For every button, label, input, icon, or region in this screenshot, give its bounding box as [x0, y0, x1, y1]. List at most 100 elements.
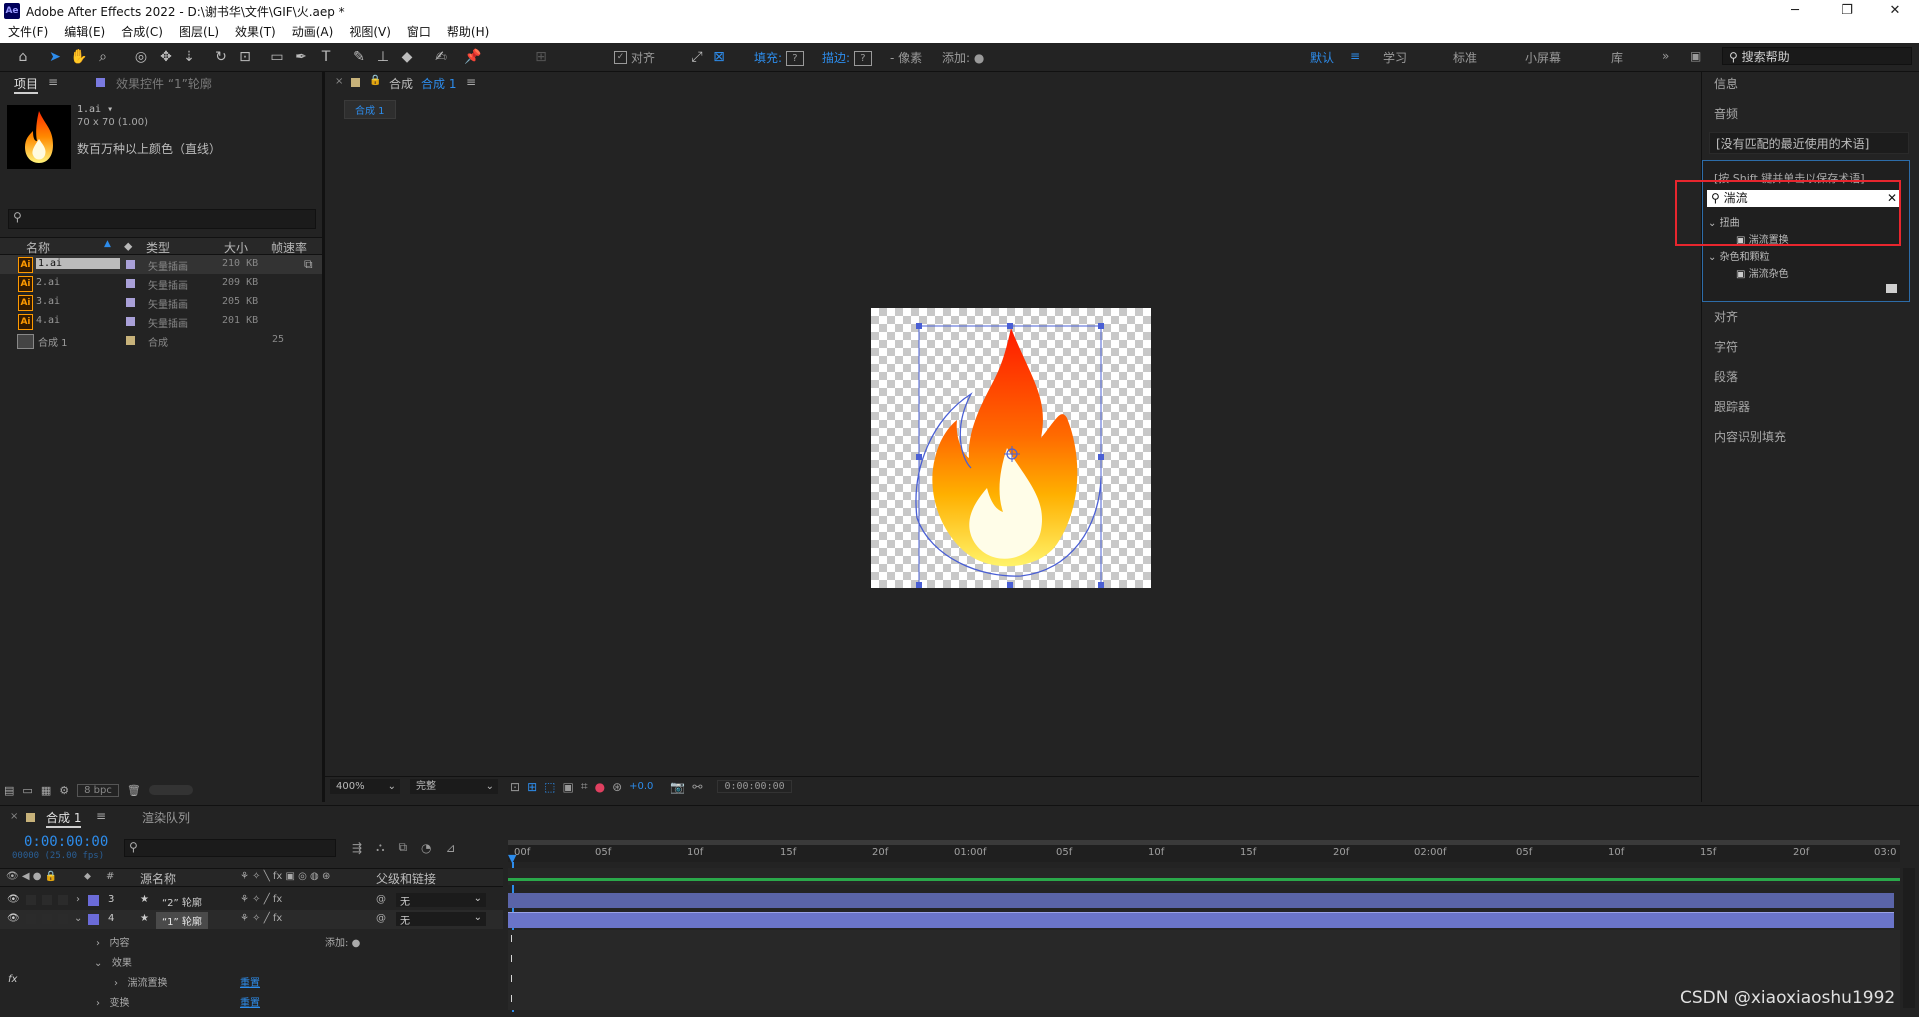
label-color[interactable] [126, 298, 135, 307]
label-color[interactable] [126, 279, 135, 288]
layer-bar[interactable] [508, 893, 1894, 908]
panel-paragraph[interactable]: 段落 [1714, 368, 1738, 385]
property-transform[interactable]: › 变换 [96, 994, 130, 1009]
type-tool-icon[interactable]: T [315, 47, 337, 67]
align-checkbox[interactable]: ✓ [614, 51, 627, 64]
quality-dropdown[interactable]: 完整 ⌄ [410, 779, 498, 794]
new-folder-icon[interactable]: ▭ [22, 784, 32, 797]
layer-switches[interactable]: ⚘ ✧ ╱ fx [240, 913, 282, 924]
bpc-button[interactable]: 8 bpc [77, 783, 119, 797]
col-name[interactable]: 名称 [26, 239, 50, 256]
col-type[interactable]: 类型 [146, 239, 170, 256]
fill-control[interactable]: 填充: ? [754, 49, 804, 66]
close-icon[interactable]: ✕ [1872, 0, 1918, 22]
workspace-default[interactable]: 默认 [1310, 49, 1334, 66]
home-icon[interactable]: ⌂ [12, 47, 34, 67]
property-effects[interactable]: ⌄ 效果 [94, 954, 132, 969]
anchor-tool-icon[interactable]: ⊡ [234, 47, 256, 67]
item-name[interactable]: 3.ai [36, 296, 60, 307]
orbit-tool-icon[interactable]: ◎ [130, 47, 152, 67]
layer-switches[interactable]: ⚘ ✧ ╱ fx [240, 894, 282, 905]
visibility-eye-icon[interactable]: 👁 [7, 913, 20, 924]
project-file-name[interactable]: 1.ai ▾ [77, 104, 113, 115]
maximize-icon[interactable]: ❐ [1824, 0, 1870, 22]
timeline-scrollbar[interactable] [1903, 868, 1915, 1008]
transparency-grid-icon[interactable]: ⊞ [527, 780, 537, 794]
snapping-icon[interactable]: ⊞ [530, 47, 552, 67]
col-source-name[interactable]: 源名称 [140, 870, 176, 887]
exposure-value[interactable]: +0.0 [629, 781, 653, 792]
workspace-standard[interactable]: 标准 [1453, 49, 1477, 66]
label-color[interactable] [126, 260, 135, 269]
av-switches-icon[interactable]: 👁 ◀ ● 🔒 [6, 871, 57, 882]
region-interest-icon[interactable]: ▣ [562, 780, 573, 794]
workspace-small-screen[interactable]: 小屏幕 [1525, 49, 1561, 66]
layer-label-color[interactable] [88, 914, 99, 925]
frame-blending-icon[interactable]: ⧉ [398, 840, 407, 855]
snap-features-icon[interactable]: ⊠ [708, 47, 730, 67]
fast-preview-icon[interactable]: ⊡ [510, 780, 520, 794]
rotate-tool-icon[interactable]: ↻ [210, 47, 232, 67]
project-item[interactable]: Ai 2.ai 矢量插画 209 KB [0, 274, 322, 293]
label-col-icon[interactable]: ⬥ [84, 871, 91, 882]
effect-turbulent-displace-row[interactable]: › 湍流置换 [114, 974, 168, 989]
layer-switches-icons[interactable]: ⚘ ✧ ╲ fx ▣ ◎ ◍ ⊛ [240, 871, 330, 882]
menu-file[interactable]: 文件(F) [0, 22, 56, 43]
chevron-down-icon[interactable]: ⌄ [74, 913, 82, 924]
lock-icon[interactable]: 🔒 [369, 75, 381, 86]
layer-bar-selected[interactable] [508, 912, 1894, 928]
menu-view[interactable]: 视图(V) [341, 22, 399, 43]
flowchart-icon[interactable]: ⧉ [304, 257, 313, 272]
menu-composition[interactable]: 合成(C) [113, 22, 171, 43]
item-name[interactable]: 合成 1 [38, 334, 68, 349]
chevron-right-icon[interactable]: › [76, 894, 80, 905]
stroke-width[interactable]: - 像素 [890, 49, 922, 66]
workspace-menu-icon[interactable]: ≡ [1350, 49, 1360, 63]
add-arrow-icon[interactable]: ● [974, 51, 984, 65]
snap-edges-icon[interactable]: ⤢ [686, 47, 708, 67]
selection-tool-icon[interactable]: ➤ [44, 47, 66, 67]
pick-whip-icon[interactable]: @ [376, 894, 386, 905]
layer-row[interactable]: 👁 ⌄ 4 ★ “1” 轮廓 ⚘ ✧ ╱ fx @ 无 ⌄ [0, 910, 503, 929]
layer-name[interactable]: “1” 轮廓 [156, 912, 208, 929]
label-color[interactable] [126, 336, 135, 345]
layer-row[interactable]: 👁 › 3 ★ “2” 轮廓 ⚘ ✧ ╱ fx @ 无 ⌄ [0, 891, 503, 910]
item-name[interactable]: 1.ai [36, 258, 120, 269]
label-col-icon[interactable]: ⬥ [124, 239, 132, 254]
panel-audio[interactable]: 音频 [1714, 105, 1738, 122]
pick-whip-icon[interactable]: @ [376, 913, 386, 924]
comp-tab-name[interactable]: 合成 1 [421, 75, 456, 92]
workspace-learn[interactable]: 学习 [1383, 49, 1407, 66]
project-item[interactable]: Ai 3.ai 矢量插画 205 KB [0, 293, 322, 312]
comp-menu-icon[interactable]: ≡ [466, 75, 476, 89]
panel-align[interactable]: 对齐 [1714, 308, 1738, 325]
item-name[interactable]: 2.ai [36, 277, 60, 288]
work-area-bar[interactable] [508, 840, 1900, 845]
workspace-overflow-icon[interactable]: » [1662, 49, 1669, 63]
fill-swatch[interactable]: ? [785, 51, 804, 66]
new-preset-icon[interactable] [1886, 284, 1897, 293]
menu-window[interactable]: 窗口 [399, 22, 439, 43]
panel-content-aware-fill[interactable]: 内容识别填充 [1714, 428, 1786, 445]
col-parent-link[interactable]: 父级和链接 [376, 870, 436, 887]
workspace-library[interactable]: 库 [1611, 49, 1623, 66]
interpret-footage-icon[interactable]: ▤ [4, 784, 14, 797]
lock-toggle[interactable] [58, 914, 68, 924]
comp-subtab[interactable]: 合成 1 [344, 100, 396, 119]
project-menu-icon[interactable]: ≡ [48, 75, 58, 89]
solo-toggle[interactable] [42, 895, 52, 905]
col-size[interactable]: 大小 [224, 239, 248, 256]
sync-settings-icon[interactable]: ▣ [1690, 49, 1701, 63]
item-name[interactable]: 4.ai [36, 315, 60, 326]
comp-mini-flowchart-icon[interactable]: ⇶ [352, 841, 362, 855]
tab-render-queue[interactable]: 渲染队列 [142, 809, 190, 826]
project-search-input[interactable]: ⚲ [8, 209, 316, 229]
project-item[interactable]: Ai 1.ai 矢量插画 210 KB ⧉ [0, 255, 322, 274]
reset-effect-link[interactable]: 重置 [240, 974, 260, 989]
mask-visibility-icon[interactable]: ⬚ [544, 780, 555, 794]
lock-toggle[interactable] [58, 895, 68, 905]
help-search-input[interactable]: ⚲ 搜索帮助 [1722, 47, 1912, 65]
visibility-eye-icon[interactable]: 👁 [7, 894, 20, 905]
close-tab-icon[interactable]: × [10, 811, 18, 822]
solo-toggle[interactable] [42, 914, 52, 924]
